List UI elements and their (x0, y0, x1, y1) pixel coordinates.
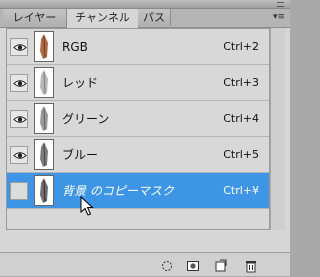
tab-channels[interactable]: チャンネル (66, 9, 139, 28)
channel-list: RGB Ctrl+2 レッド Ctrl+3 グリーン Ctrl+4 ブルー Ct… (6, 28, 270, 230)
eye-icon[interactable] (10, 146, 28, 164)
channel-shortcut: Ctrl+2 (223, 40, 259, 53)
channel-row-green[interactable]: グリーン Ctrl+4 (7, 101, 269, 137)
channel-thumbnail (34, 31, 54, 62)
channels-panel: レイヤー チャンネル パス ▾≡ RGB Ctrl+2 レッド Ctrl+3 グ… (0, 0, 290, 276)
channel-row-mask[interactable]: 背景 のコピーマスク Ctrl+¥ (7, 173, 269, 209)
mouse-cursor-icon (80, 195, 94, 220)
visibility-toggle-empty[interactable] (10, 182, 28, 200)
channel-name: ブルー (62, 148, 99, 162)
channel-shortcut: Ctrl+4 (223, 112, 259, 125)
panel-menu-icon[interactable]: ▾≡ (272, 12, 286, 23)
new-channel-icon[interactable] (214, 258, 228, 272)
collapse-grip-icon[interactable] (277, 2, 284, 7)
eye-icon[interactable] (10, 110, 28, 128)
channel-row-red[interactable]: レッド Ctrl+3 (7, 65, 269, 101)
tab-layers[interactable]: レイヤー (3, 9, 67, 26)
channel-thumbnail (34, 103, 54, 134)
tab-paths[interactable]: パス (138, 9, 171, 26)
delete-channel-icon[interactable] (244, 258, 258, 273)
eye-icon[interactable] (10, 74, 28, 92)
panel-tab-bar: レイヤー チャンネル パス ▾≡ (0, 9, 290, 28)
channel-thumbnail (34, 175, 54, 206)
channel-name: RGB (62, 40, 88, 54)
panel-titlebar[interactable] (0, 0, 290, 9)
save-selection-icon[interactable] (186, 258, 200, 272)
channel-row-rgb[interactable]: RGB Ctrl+2 (7, 29, 269, 65)
channel-row-blue[interactable]: ブルー Ctrl+5 (7, 137, 269, 173)
eye-icon[interactable] (10, 38, 28, 56)
channel-name: 背景 のコピーマスク (62, 184, 174, 198)
channel-name: グリーン (62, 112, 110, 126)
channel-shortcut: Ctrl+5 (223, 148, 259, 161)
channel-thumbnail (34, 139, 54, 170)
panel-footer (0, 252, 290, 276)
channel-name: レッド (62, 76, 99, 90)
channel-shortcut: Ctrl+¥ (223, 184, 259, 197)
channel-shortcut: Ctrl+3 (223, 76, 259, 89)
load-selection-icon[interactable] (160, 258, 174, 272)
vertical-scrollbar[interactable] (270, 28, 285, 230)
channel-thumbnail (34, 67, 54, 98)
